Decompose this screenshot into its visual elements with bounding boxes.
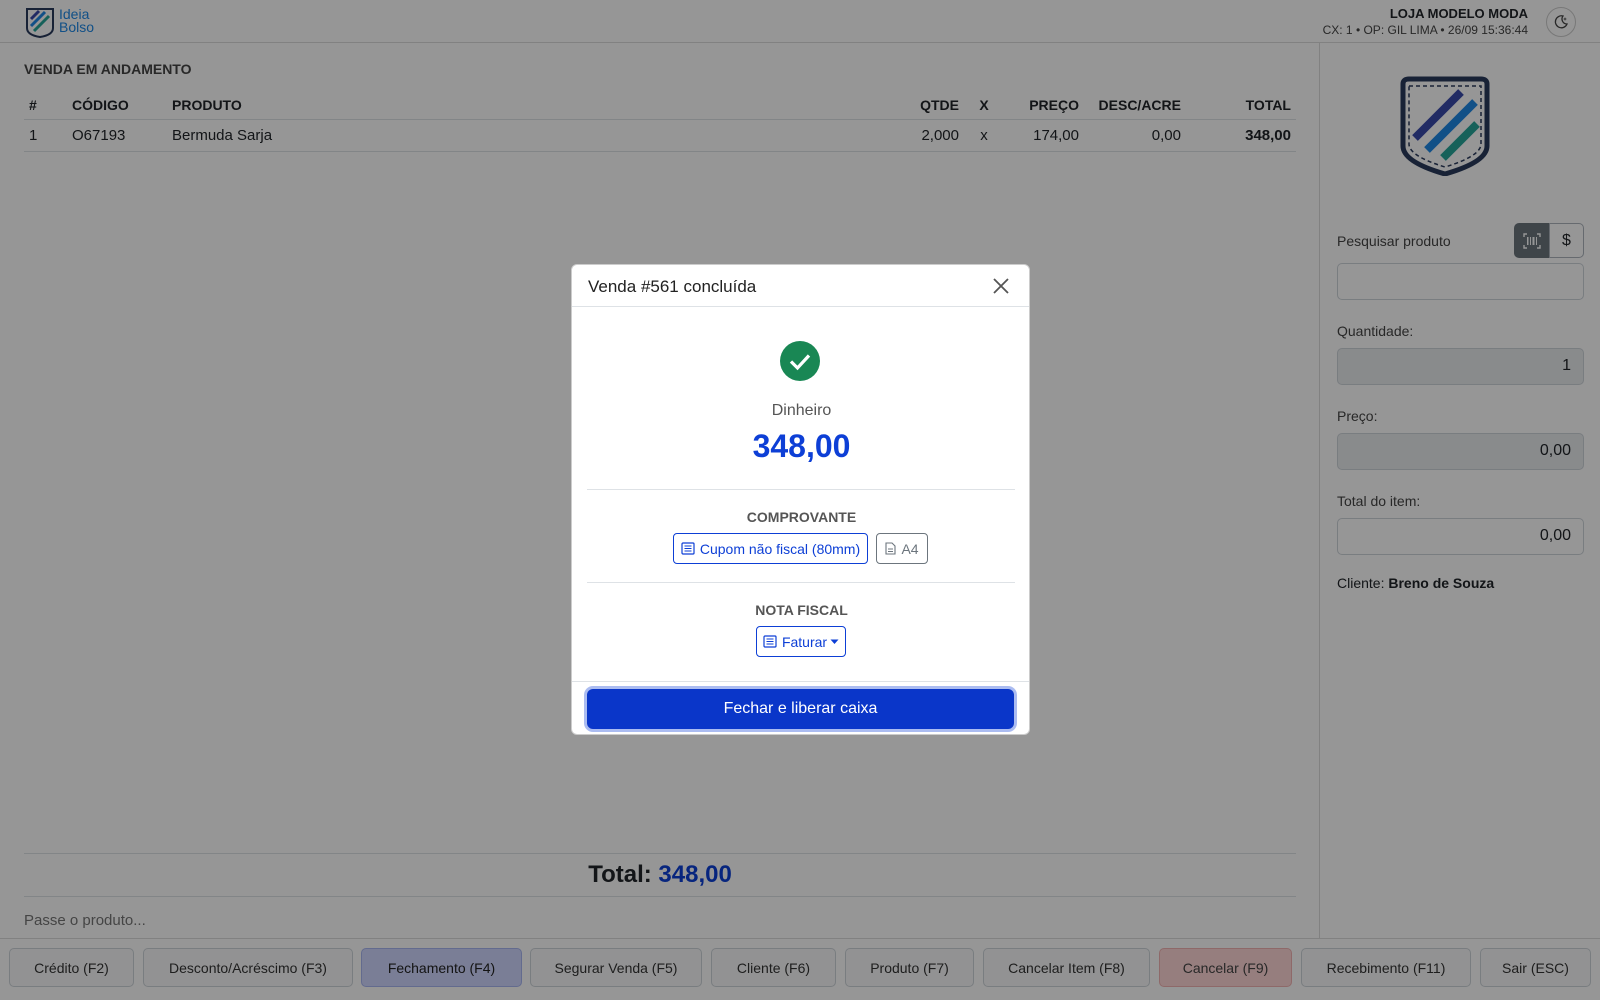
sale-complete-modal: Venda #561 concluída Dinheiro 348,00 COM… (571, 264, 1030, 735)
modal-header: Venda #561 concluída (572, 265, 1029, 307)
caret-down-icon (830, 639, 839, 644)
invoice-section-label: NOTA FISCAL (755, 602, 848, 618)
divider (587, 489, 1015, 490)
a4-print-button[interactable]: A4 (876, 533, 928, 564)
invoice-dropdown-button[interactable]: Faturar (756, 626, 846, 657)
close-and-release-cash-button[interactable]: Fechar e liberar caixa (587, 689, 1014, 729)
receipt-icon (681, 542, 695, 555)
non-fiscal-receipt-button[interactable]: Cupom não fiscal (80mm) (673, 533, 868, 564)
non-fiscal-receipt-label: Cupom não fiscal (80mm) (699, 540, 861, 557)
payment-method: Dinheiro (771, 402, 832, 419)
document-icon (885, 542, 896, 555)
close-icon[interactable] (989, 274, 1013, 298)
receipt-section-label: COMPROVANTE (746, 509, 857, 525)
modal-title: Venda #561 concluída (588, 277, 757, 296)
invoice-icon (763, 635, 777, 648)
check-circle-icon (780, 341, 820, 381)
invoice-dropdown-label: Faturar (781, 633, 828, 650)
divider (587, 582, 1015, 583)
modal-footer: Fechar e liberar caixa (572, 681, 1029, 734)
payment-amount: 348,00 (752, 428, 851, 464)
a4-print-label: A4 (901, 540, 919, 557)
